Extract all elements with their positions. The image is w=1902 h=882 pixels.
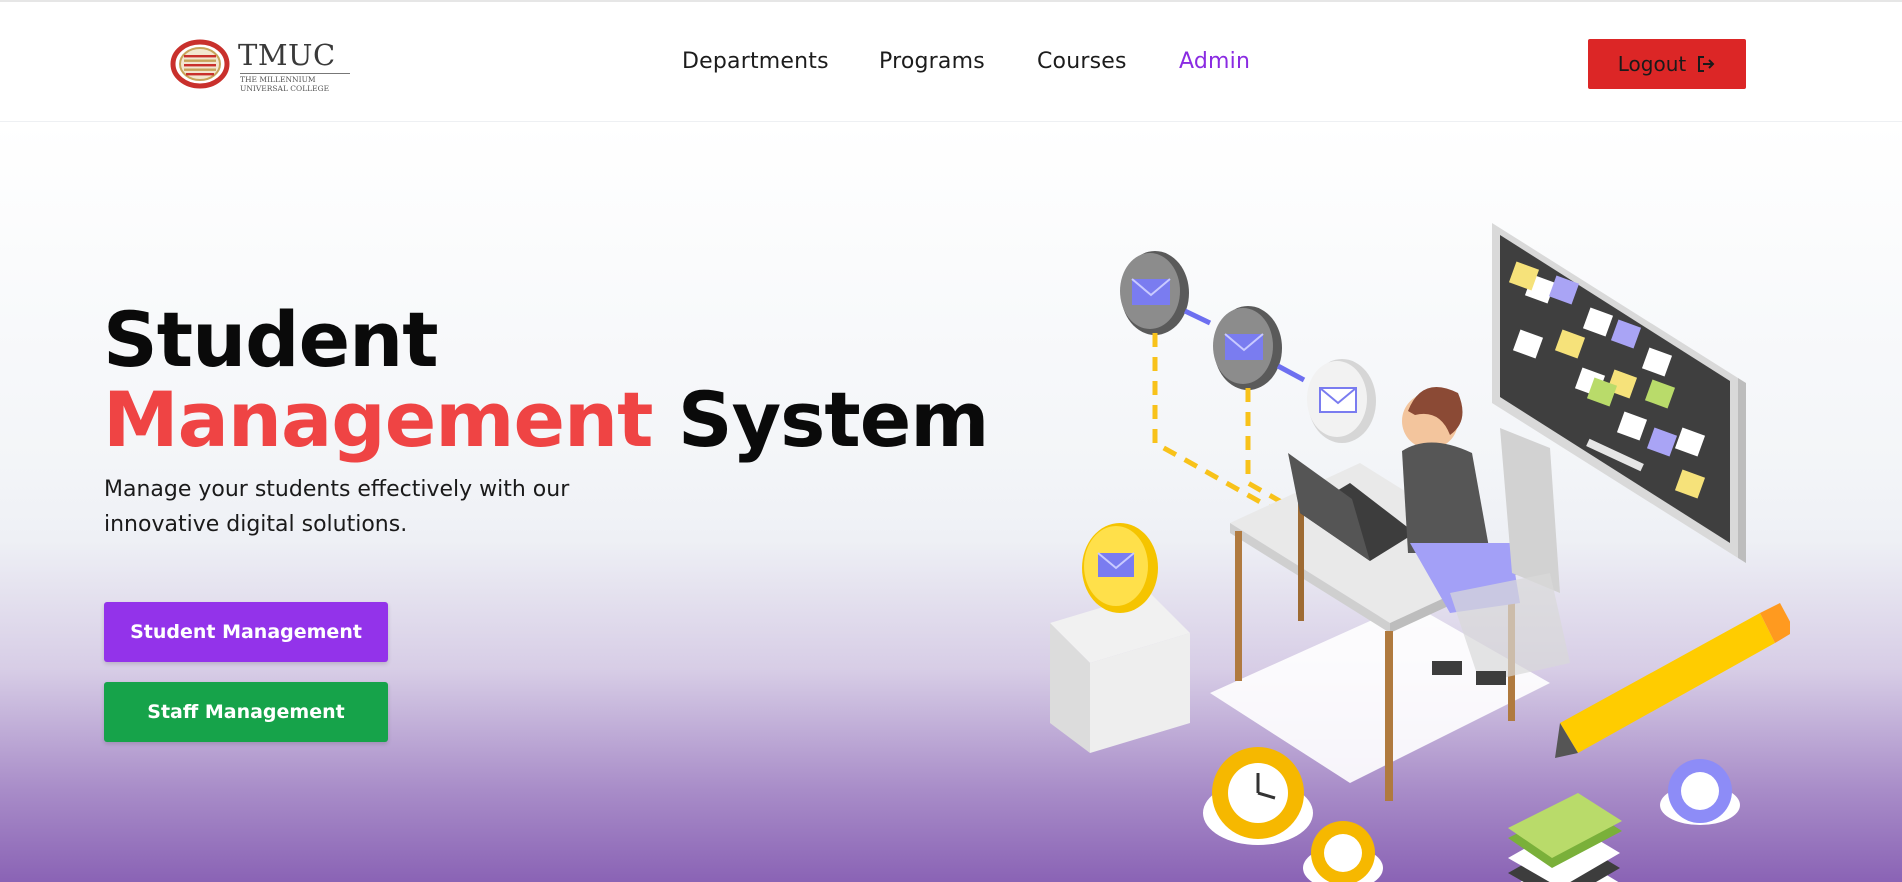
tmuc-logo[interactable]: TMUC The Millennium Universal College [170,38,350,93]
logo-name: TMUC [238,38,336,72]
logo-subtitle-line-1: The Millennium [240,75,316,84]
site-header: TMUC The Millennium Universal College De… [0,2,1902,122]
envelope-stack [1050,523,1190,753]
nav-admin[interactable]: Admin [1179,49,1250,74]
pencil [1555,603,1790,758]
logout-label: Logout [1617,52,1687,76]
nav-programs[interactable]: Programs [879,49,985,74]
hero-section: Student Management System Manage your st… [0,123,1902,882]
nav-departments[interactable]: Departments [682,49,829,74]
hero-title-rest: System [677,375,990,464]
desk-with-person [1210,387,1570,801]
logout-icon [1698,56,1715,72]
logo-subtitle: The Millennium Universal College [240,73,350,93]
gear-clocks [1203,747,1740,882]
books-stack [1508,793,1622,882]
logo-subtitle-line-2: Universal College [240,84,330,93]
workspace-illustration [1050,223,1790,882]
tmuc-logo-icon [170,39,230,89]
hero-title-line-1: Student [103,295,439,384]
hero-description: Manage your students effectively with ou… [104,477,570,537]
nav-courses[interactable]: Courses [1037,49,1127,74]
staff-management-button[interactable]: Staff Management [104,682,388,742]
logout-button[interactable]: Logout [1588,39,1746,89]
hero-title-accent: Management [103,375,653,464]
student-management-button[interactable]: Student Management [104,602,388,662]
hero-title: Student Management System [103,300,989,460]
